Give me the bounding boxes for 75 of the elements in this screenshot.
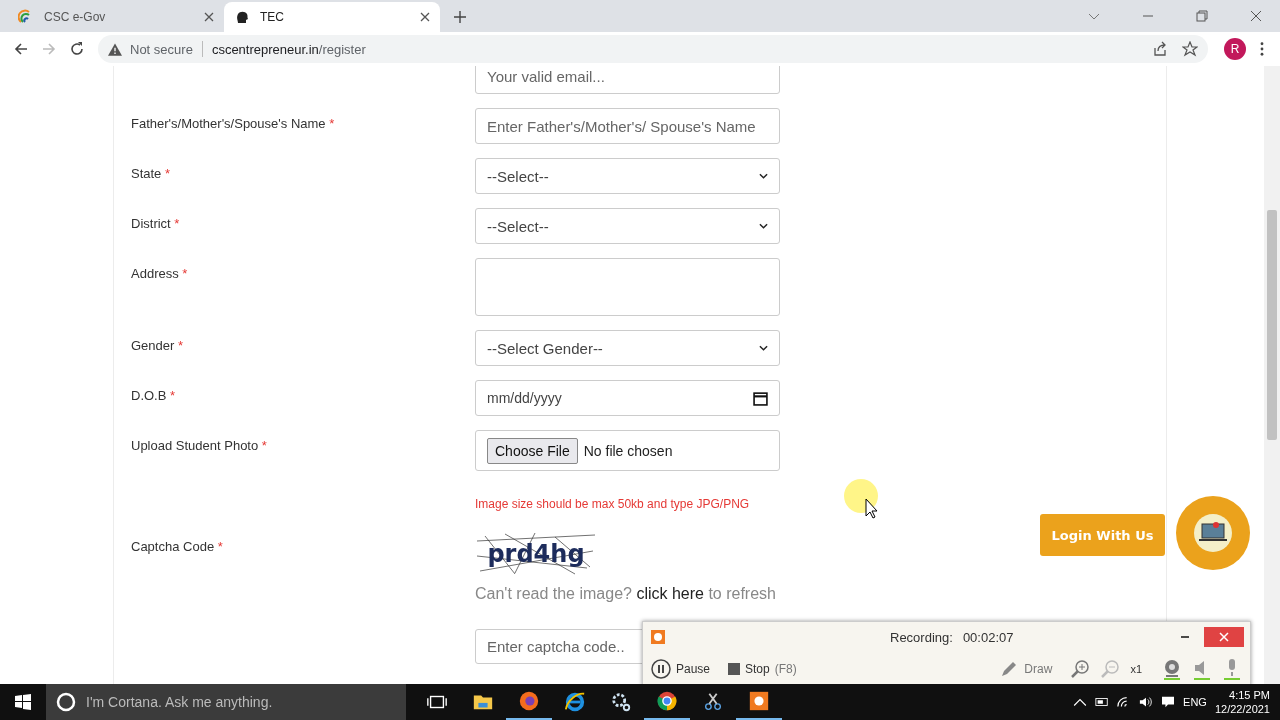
battery-icon[interactable] [1095,696,1110,708]
clock-date[interactable]: 12/22/2021 [1214,702,1270,716]
restore-icon[interactable] [1196,10,1208,22]
security-label: Not secure [130,41,193,57]
recorder-logo-icon [651,630,665,644]
refresh-hint: Can't read the image? click here to refresh [475,585,776,603]
chevron-up-icon[interactable] [1073,696,1088,708]
file-field[interactable]: Choose File No file chosen [475,430,780,471]
menu-icon[interactable] [1260,42,1264,56]
warning-icon [108,42,122,56]
laptop-key-icon[interactable] [1176,496,1250,570]
scrollbar-thumb[interactable] [1267,210,1277,440]
select-dropdown[interactable]: --Select-- [475,158,780,194]
clock-time[interactable]: 4:15 PM [1229,688,1270,702]
text-field[interactable]: Enter Father's/Mother's/ Spouse's Name [475,108,780,144]
close-icon[interactable] [420,12,430,22]
choose-file-button[interactable]: Choose File [487,437,578,464]
microphone-icon[interactable] [1222,657,1242,680]
close-icon[interactable] [1250,10,1262,22]
stop-button[interactable]: Stop (F8) [728,661,797,676]
caret-icon [759,223,768,229]
recording-timer: 00:02:07 [962,629,1015,645]
date-field[interactable]: mm/dd/yyyy [475,380,780,416]
caret-icon [759,345,768,351]
error-message: Image size should be max 50kb and type JPG/PNG [475,497,751,511]
required-asterisk: * [182,266,188,281]
calendar-icon [753,390,768,406]
field-label: Father's/Mother's/Spouse's Name [131,116,326,131]
text-field[interactable]: Your valid email... [475,66,780,94]
url-text: cscentrepreneur.in/register [211,41,366,57]
select-dropdown[interactable]: --Select-- [475,208,780,244]
required-asterisk: * [174,216,180,231]
zoom-in-icon[interactable] [1070,657,1091,680]
profile-avatar[interactable]: R [1224,38,1246,60]
recording-label: Recording: [890,629,953,645]
address-bar[interactable]: Not secure cscentrepreneur.in/register [98,35,1208,63]
browser-tab[interactable]: TEC [224,2,440,32]
pause-icon [651,658,671,679]
browser-tab[interactable]: CSC e-Gov [8,2,224,32]
back-arrow-icon[interactable] [13,41,29,57]
required-asterisk: * [217,539,223,554]
language-indicator[interactable]: ENG [1183,696,1207,708]
star-icon[interactable] [1182,41,1198,57]
share-icon[interactable] [1152,41,1168,57]
required-asterisk: * [170,388,176,403]
required-asterisk: * [329,116,335,131]
textarea-field[interactable] [475,258,780,316]
field-label: District [131,216,171,231]
refresh-link[interactable]: click here [636,585,704,602]
search-field[interactable]: I'm Cortana. Ask me anything. [46,684,406,720]
file-status: No file chosen [583,442,673,459]
field-label: Gender [131,338,175,353]
head-logo-icon [234,9,250,25]
cortana-ring-icon [56,692,76,712]
field-label: Captcha Code [131,539,215,554]
field-label: D.O.B [131,388,167,403]
draw-button[interactable]: Draw [999,658,1053,679]
required-asterisk: * [261,438,267,453]
field-label: State [131,166,162,181]
reload-icon[interactable] [69,41,85,57]
field-label: Upload Student Photo [131,438,259,453]
new-tab-icon[interactable] [454,11,466,23]
windows-start-icon[interactable] [15,694,31,710]
zoom-level: x1 [1130,662,1142,675]
field-label: Address [131,266,179,281]
close-icon [1219,632,1229,642]
select-dropdown[interactable]: --Select Gender-- [475,330,780,366]
webcam-icon[interactable] [1162,657,1182,680]
notification-icon[interactable] [1161,696,1176,708]
volume-icon[interactable] [1139,696,1154,708]
close-icon[interactable] [204,12,214,22]
caret-icon [759,173,768,179]
required-asterisk: * [178,338,184,353]
required-asterisk: * [165,166,171,181]
stop-icon [728,662,741,675]
